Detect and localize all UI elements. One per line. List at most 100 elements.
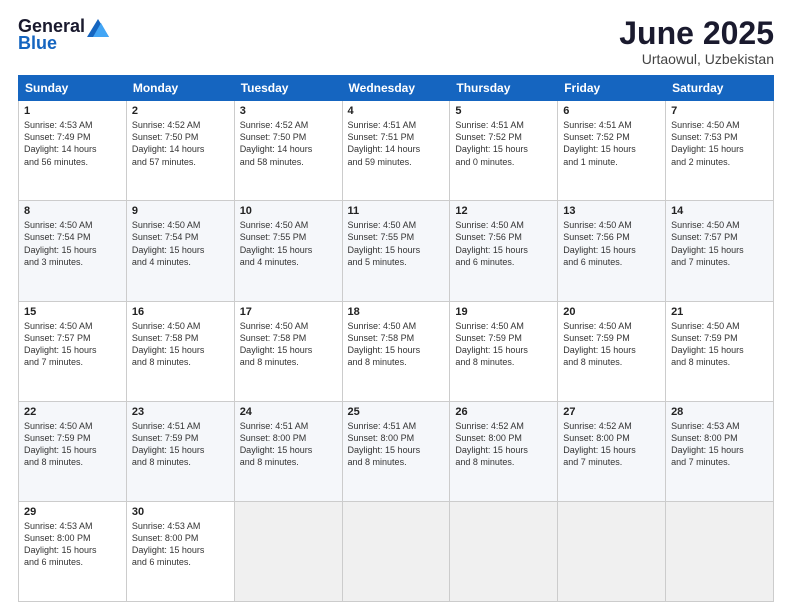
- day-number: 27: [563, 406, 660, 418]
- logo-icon: [87, 19, 109, 37]
- day-cell-8: 8Sunrise: 4:50 AM Sunset: 7:54 PM Daylig…: [19, 201, 127, 301]
- day-cell-17: 17 Sunrise: 4:50 AM Sunset: 7:58 PM Dayli…: [234, 301, 342, 401]
- day-number: 9: [132, 205, 229, 217]
- day-cell-19: 19 Sunrise: 4:50 AM Sunset: 7:59 PM Dayli…: [450, 301, 558, 401]
- day-number: 22: [24, 406, 121, 418]
- day-cell-22: 22 Sunrise: 4:50 AM Sunset: 7:59 PM Dayli…: [19, 401, 127, 501]
- day-cell-2: 2 Sunrise: 4:52 AM Sunset: 7:50 PM Daylig…: [126, 101, 234, 201]
- logo-blue: Blue: [18, 33, 57, 54]
- day-info: Sunrise: 4:52 AM Sunset: 7:50 PM Dayligh…: [132, 119, 229, 168]
- day-cell-18: 18 Sunrise: 4:50 AM Sunset: 7:58 PM Dayli…: [342, 301, 450, 401]
- day-cell-5: 5 Sunrise: 4:51 AM Sunset: 7:52 PM Daylig…: [450, 101, 558, 201]
- day-cell-15: 15 Sunrise: 4:50 AM Sunset: 7:57 PM Dayli…: [19, 301, 127, 401]
- weekday-tuesday: Tuesday: [234, 76, 342, 101]
- day-number: 18: [348, 306, 445, 318]
- page: General Blue June 2025 Urtaowul, Uzbekis…: [0, 0, 792, 612]
- day-info: Sunrise: 4:51 AM Sunset: 7:59 PM Dayligh…: [132, 420, 229, 469]
- day-info: Sunrise: 4:50 AM Sunset: 7:56 PM Dayligh…: [563, 219, 660, 268]
- month-title: June 2025: [619, 16, 774, 51]
- day-info: Sunrise: 4:50 AM Sunset: 7:54 PM Dayligh…: [24, 219, 121, 268]
- weekday-thursday: Thursday: [450, 76, 558, 101]
- day-info: Sunrise: 4:50 AM Sunset: 7:58 PM Dayligh…: [240, 320, 337, 369]
- week-row-1: 1 Sunrise: 4:53 AM Sunset: 7:49 PM Daylig…: [19, 101, 774, 201]
- day-info: Sunrise: 4:52 AM Sunset: 8:00 PM Dayligh…: [563, 420, 660, 469]
- day-cell-30: 30 Sunrise: 4:53 AM Sunset: 8:00 PM Dayli…: [126, 501, 234, 601]
- day-info: Sunrise: 4:51 AM Sunset: 7:51 PM Dayligh…: [348, 119, 445, 168]
- day-info: Sunrise: 4:50 AM Sunset: 7:57 PM Dayligh…: [24, 320, 121, 369]
- day-info: Sunrise: 4:51 AM Sunset: 8:00 PM Dayligh…: [348, 420, 445, 469]
- empty-cell: [558, 501, 666, 601]
- day-cell-13: 13 Sunrise: 4:50 AM Sunset: 7:56 PM Dayli…: [558, 201, 666, 301]
- empty-cell: [450, 501, 558, 601]
- calendar-table: SundayMondayTuesdayWednesdayThursdayFrid…: [18, 75, 774, 602]
- day-number: 13: [563, 205, 660, 217]
- day-number: 5: [455, 105, 552, 117]
- day-cell-12: 12Sunrise: 4:50 AM Sunset: 7:56 PM Dayli…: [450, 201, 558, 301]
- day-cell-1: 1 Sunrise: 4:53 AM Sunset: 7:49 PM Daylig…: [19, 101, 127, 201]
- empty-cell: [666, 501, 774, 601]
- day-number: 10: [240, 205, 337, 217]
- day-info: Sunrise: 4:52 AM Sunset: 7:50 PM Dayligh…: [240, 119, 337, 168]
- day-cell-25: 25Sunrise: 4:51 AM Sunset: 8:00 PM Dayli…: [342, 401, 450, 501]
- day-cell-4: 4 Sunrise: 4:51 AM Sunset: 7:51 PM Daylig…: [342, 101, 450, 201]
- day-number: 2: [132, 105, 229, 117]
- day-number: 24: [240, 406, 337, 418]
- day-info: Sunrise: 4:50 AM Sunset: 7:54 PM Dayligh…: [132, 219, 229, 268]
- day-cell-11: 11Sunrise: 4:50 AM Sunset: 7:55 PM Dayli…: [342, 201, 450, 301]
- day-info: Sunrise: 4:52 AM Sunset: 8:00 PM Dayligh…: [455, 420, 552, 469]
- weekday-monday: Monday: [126, 76, 234, 101]
- day-number: 7: [671, 105, 768, 117]
- day-cell-28: 28Sunrise: 4:53 AM Sunset: 8:00 PM Dayli…: [666, 401, 774, 501]
- day-info: Sunrise: 4:53 AM Sunset: 8:00 PM Dayligh…: [24, 520, 121, 569]
- weekday-saturday: Saturday: [666, 76, 774, 101]
- weekday-sunday: Sunday: [19, 76, 127, 101]
- day-number: 29: [24, 506, 121, 518]
- day-info: Sunrise: 4:50 AM Sunset: 7:57 PM Dayligh…: [671, 219, 768, 268]
- week-row-2: 8Sunrise: 4:50 AM Sunset: 7:54 PM Daylig…: [19, 201, 774, 301]
- day-info: Sunrise: 4:50 AM Sunset: 7:59 PM Dayligh…: [455, 320, 552, 369]
- location: Urtaowul, Uzbekistan: [619, 51, 774, 67]
- day-number: 11: [348, 205, 445, 217]
- day-number: 23: [132, 406, 229, 418]
- day-number: 21: [671, 306, 768, 318]
- day-number: 12: [455, 205, 552, 217]
- day-info: Sunrise: 4:50 AM Sunset: 7:59 PM Dayligh…: [563, 320, 660, 369]
- day-cell-16: 16 Sunrise: 4:50 AM Sunset: 7:58 PM Dayli…: [126, 301, 234, 401]
- day-number: 14: [671, 205, 768, 217]
- day-number: 20: [563, 306, 660, 318]
- day-number: 30: [132, 506, 229, 518]
- day-info: Sunrise: 4:51 AM Sunset: 7:52 PM Dayligh…: [563, 119, 660, 168]
- week-row-3: 15 Sunrise: 4:50 AM Sunset: 7:57 PM Dayli…: [19, 301, 774, 401]
- weekday-wednesday: Wednesday: [342, 76, 450, 101]
- day-cell-9: 9 Sunrise: 4:50 AM Sunset: 7:54 PM Daylig…: [126, 201, 234, 301]
- day-info: Sunrise: 4:50 AM Sunset: 7:55 PM Dayligh…: [240, 219, 337, 268]
- week-row-5: 29 Sunrise: 4:53 AM Sunset: 8:00 PM Dayli…: [19, 501, 774, 601]
- empty-cell: [342, 501, 450, 601]
- day-number: 15: [24, 306, 121, 318]
- day-info: Sunrise: 4:50 AM Sunset: 7:59 PM Dayligh…: [24, 420, 121, 469]
- header: General Blue June 2025 Urtaowul, Uzbekis…: [18, 16, 774, 67]
- empty-cell: [234, 501, 342, 601]
- day-info: Sunrise: 4:50 AM Sunset: 7:58 PM Dayligh…: [132, 320, 229, 369]
- day-cell-10: 10 Sunrise: 4:50 AM Sunset: 7:55 PM Dayli…: [234, 201, 342, 301]
- week-row-4: 22 Sunrise: 4:50 AM Sunset: 7:59 PM Dayli…: [19, 401, 774, 501]
- day-info: Sunrise: 4:53 AM Sunset: 7:49 PM Dayligh…: [24, 119, 121, 168]
- day-cell-3: 3 Sunrise: 4:52 AM Sunset: 7:50 PM Daylig…: [234, 101, 342, 201]
- day-info: Sunrise: 4:50 AM Sunset: 7:58 PM Dayligh…: [348, 320, 445, 369]
- day-number: 3: [240, 105, 337, 117]
- day-number: 26: [455, 406, 552, 418]
- day-number: 1: [24, 105, 121, 117]
- logo: General Blue: [18, 16, 109, 54]
- day-number: 4: [348, 105, 445, 117]
- day-info: Sunrise: 4:51 AM Sunset: 8:00 PM Dayligh…: [240, 420, 337, 469]
- day-number: 19: [455, 306, 552, 318]
- day-cell-7: 7Sunrise: 4:50 AM Sunset: 7:53 PM Daylig…: [666, 101, 774, 201]
- day-number: 16: [132, 306, 229, 318]
- day-cell-24: 24 Sunrise: 4:51 AM Sunset: 8:00 PM Dayli…: [234, 401, 342, 501]
- day-number: 17: [240, 306, 337, 318]
- day-info: Sunrise: 4:51 AM Sunset: 7:52 PM Dayligh…: [455, 119, 552, 168]
- day-cell-23: 23 Sunrise: 4:51 AM Sunset: 7:59 PM Dayli…: [126, 401, 234, 501]
- day-info: Sunrise: 4:53 AM Sunset: 8:00 PM Dayligh…: [671, 420, 768, 469]
- day-cell-26: 26 Sunrise: 4:52 AM Sunset: 8:00 PM Dayli…: [450, 401, 558, 501]
- day-info: Sunrise: 4:53 AM Sunset: 8:00 PM Dayligh…: [132, 520, 229, 569]
